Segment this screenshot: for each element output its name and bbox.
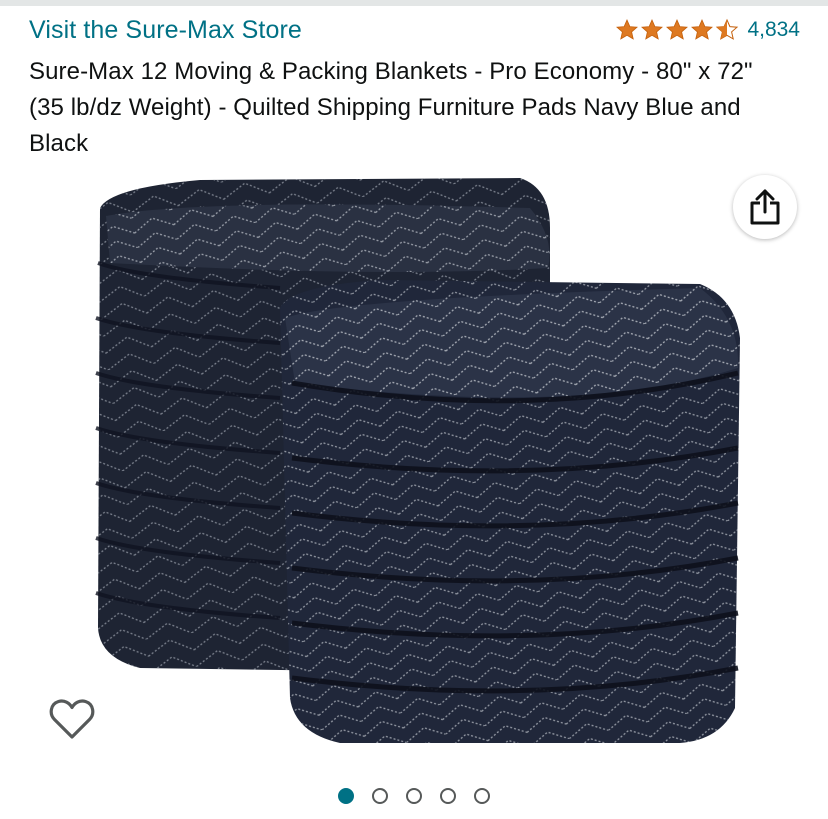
- image-carousel-indicator: [0, 788, 828, 804]
- star-full-icon: [616, 19, 639, 40]
- carousel-dot-2[interactable]: [372, 788, 388, 804]
- rating-count[interactable]: 4,834: [747, 18, 800, 42]
- carousel-dot-1[interactable]: [338, 788, 354, 804]
- visit-store-link[interactable]: Visit the Sure-Max Store: [29, 16, 302, 45]
- rating-summary[interactable]: 4,834: [615, 18, 800, 42]
- carousel-dot-3[interactable]: [406, 788, 422, 804]
- front-blanket-stack: [280, 280, 740, 743]
- star-full-icon: [666, 19, 689, 40]
- star-full-icon: [641, 19, 664, 40]
- share-button[interactable]: [733, 175, 797, 239]
- product-title: Sure-Max 12 Moving & Packing Blankets - …: [29, 58, 753, 157]
- top-divider: [0, 0, 828, 6]
- wishlist-button[interactable]: [46, 694, 98, 744]
- star-full-icon: [691, 19, 714, 40]
- heart-icon: [49, 699, 95, 739]
- product-image[interactable]: [80, 168, 740, 748]
- share-icon: [750, 189, 780, 225]
- star-rating: [615, 18, 739, 42]
- carousel-dot-4[interactable]: [440, 788, 456, 804]
- star-half-icon: [716, 18, 739, 40]
- carousel-dot-5[interactable]: [474, 788, 490, 804]
